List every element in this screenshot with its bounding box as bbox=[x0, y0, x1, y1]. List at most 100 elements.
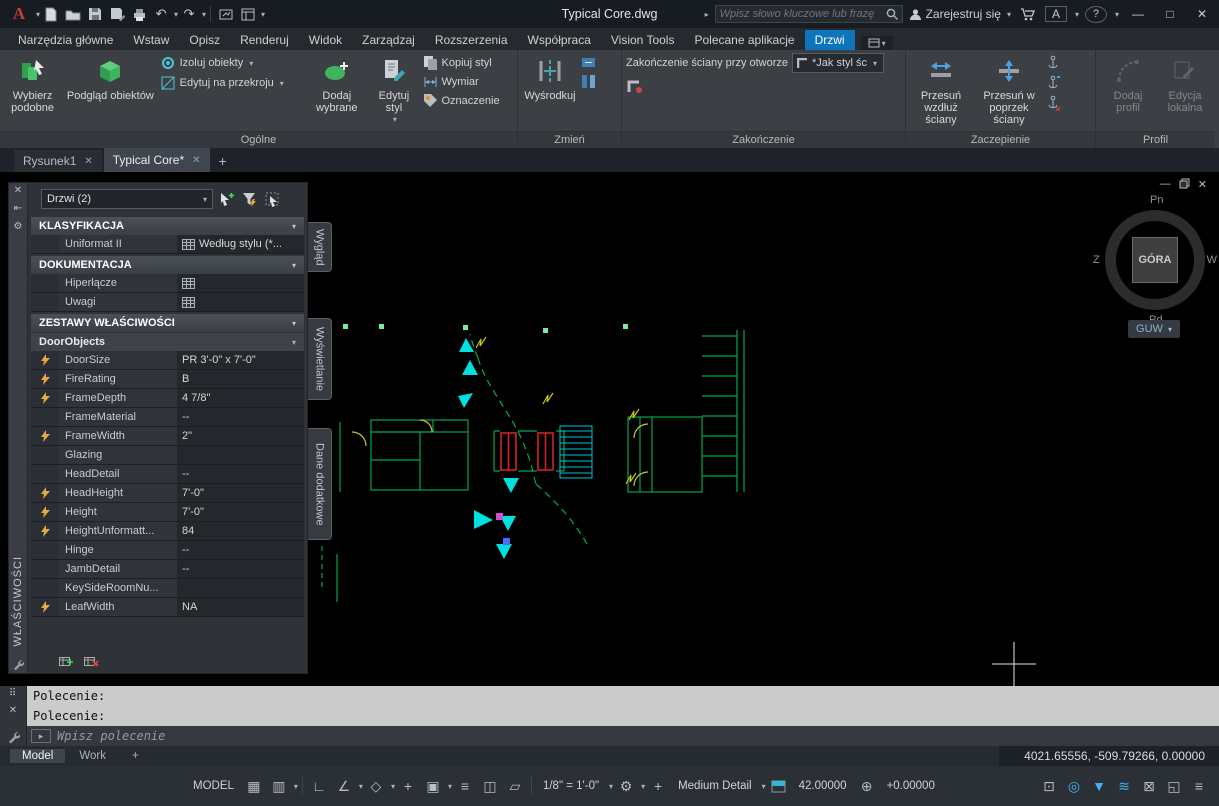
center-button[interactable]: Wyśrodkuj bbox=[522, 53, 578, 129]
annotation-scale-select[interactable]: 1/8" = 1'-0" bbox=[536, 773, 606, 799]
tag-button[interactable]: Oznaczenie bbox=[423, 93, 514, 108]
tab-wyswietlanie[interactable]: Wyświetlanie bbox=[308, 318, 332, 400]
polar-dropdown-icon[interactable]: ▾ bbox=[359, 782, 363, 791]
table-icon[interactable] bbox=[182, 238, 195, 250]
customization-menu-icon[interactable]: ≡ bbox=[1187, 773, 1211, 799]
anchor-flip-y-icon[interactable] bbox=[1046, 75, 1061, 91]
selection-filter-select[interactable]: Drzwi (2) ▾ bbox=[41, 189, 213, 209]
osnap-dropdown-icon[interactable]: ▾ bbox=[448, 782, 452, 791]
grid-display-icon[interactable]: ▦ bbox=[242, 773, 266, 799]
dimension-button[interactable]: Wymiar bbox=[423, 74, 514, 89]
copy-style-button[interactable]: Kopiuj styl bbox=[423, 55, 514, 70]
ribbon-tab-widok[interactable]: Widok bbox=[299, 30, 352, 50]
panel-title-zmien[interactable]: Zmień bbox=[518, 131, 621, 148]
isometric-drafting-icon[interactable]: ◇ bbox=[364, 773, 388, 799]
workspace-icon[interactable] bbox=[237, 3, 259, 25]
section-header-dokumentacja[interactable]: DOKUMENTACJA ▾ bbox=[31, 256, 304, 274]
command-wrench-icon[interactable] bbox=[7, 730, 20, 743]
property-value[interactable] bbox=[177, 293, 304, 311]
isolate-objects-toggle-icon[interactable]: ▼ bbox=[1087, 773, 1111, 799]
hardware-acceleration-icon[interactable]: ≋ bbox=[1112, 773, 1136, 799]
close-button[interactable]: ✕ bbox=[1189, 2, 1215, 26]
viewcube-top-face[interactable]: GÓRA bbox=[1132, 237, 1178, 283]
cart-icon[interactable] bbox=[1017, 3, 1039, 25]
add-selected-button[interactable]: Dodaj wybrane bbox=[308, 53, 365, 129]
object-snap-icon[interactable]: ▣ bbox=[421, 773, 445, 799]
clean-screen-icon[interactable]: ◱ bbox=[1162, 773, 1186, 799]
palette-title-strip[interactable]: ✕ ⇤ ⚙ WŁAŚCIWOŚCI bbox=[8, 182, 28, 674]
reposition-across-button[interactable]: Przesuń w poprzek ściany bbox=[975, 53, 1043, 129]
save-file-icon[interactable] bbox=[84, 3, 106, 25]
palette-close-icon[interactable]: ✕ bbox=[14, 186, 22, 196]
close-tab-icon[interactable]: ✕ bbox=[192, 155, 200, 166]
tab-dane-dodatkowe[interactable]: Dane dodatkowe bbox=[308, 428, 332, 540]
property-value[interactable] bbox=[177, 579, 304, 597]
ribbon-tab-renderuj[interactable]: Renderuj bbox=[230, 30, 299, 50]
table-icon[interactable] bbox=[182, 277, 195, 289]
cut-plane-icon[interactable] bbox=[767, 773, 791, 799]
share-icon[interactable] bbox=[215, 3, 237, 25]
command-input[interactable]: ▸ Wpisz polecenie bbox=[27, 726, 1219, 746]
redo-dropdown-icon[interactable]: ▾ bbox=[202, 10, 206, 19]
new-drawing-tab-button[interactable]: + bbox=[212, 150, 234, 172]
property-value[interactable]: 7'-0" bbox=[177, 503, 304, 521]
annotation-monitor-icon[interactable]: + bbox=[646, 773, 670, 799]
property-value[interactable]: 4 7/8" bbox=[177, 389, 304, 407]
detail-level-select[interactable]: Medium Detail bbox=[671, 773, 759, 799]
ribbon-tab-wspolpraca[interactable]: Współpraca bbox=[518, 30, 601, 50]
property-value[interactable]: 7'-0" bbox=[177, 484, 304, 502]
tab-wyglad[interactable]: Wygląd bbox=[308, 222, 332, 272]
new-file-icon[interactable] bbox=[40, 3, 62, 25]
graphics-performance-icon[interactable]: ◎ bbox=[1062, 773, 1086, 799]
property-set-selector[interactable]: DoorObjects ▾ bbox=[31, 333, 304, 351]
lineweight-icon[interactable]: ≡ bbox=[453, 773, 477, 799]
remove-property-set-icon[interactable] bbox=[84, 655, 99, 668]
property-value[interactable]: 84 bbox=[177, 522, 304, 540]
osnap-tracking-icon[interactable]: + bbox=[396, 773, 420, 799]
ortho-mode-icon[interactable]: ∟ bbox=[307, 773, 331, 799]
anchor-release-icon[interactable] bbox=[1046, 95, 1061, 111]
reposition-from-icon[interactable] bbox=[581, 55, 596, 70]
collapse-icon[interactable]: ▾ bbox=[292, 261, 296, 270]
model-space-toggle[interactable]: MODEL bbox=[186, 773, 241, 799]
property-value[interactable]: -- bbox=[177, 541, 304, 559]
snap-mode-dropdown-icon[interactable]: ▾ bbox=[294, 782, 298, 791]
property-value[interactable]: -- bbox=[177, 560, 304, 578]
property-value[interactable]: B bbox=[177, 370, 304, 388]
palette-settings-icon[interactable]: ⚙ bbox=[14, 222, 23, 232]
elevation-value[interactable]: +0.00000 bbox=[880, 773, 942, 799]
viewcube-north-label[interactable]: Pn bbox=[1150, 194, 1163, 206]
property-value[interactable]: NA bbox=[177, 598, 304, 616]
iso-dropdown-icon[interactable]: ▾ bbox=[391, 782, 395, 791]
viewcube-east-label[interactable]: W bbox=[1207, 254, 1217, 266]
new-layout-button[interactable]: + bbox=[120, 749, 151, 763]
palette-wrench-icon[interactable] bbox=[12, 658, 24, 670]
command-drag-handle[interactable]: ⠿ bbox=[9, 689, 17, 699]
lock-ui-icon[interactable]: ⊠ bbox=[1137, 773, 1161, 799]
viewport-close-icon[interactable]: ✕ bbox=[1198, 178, 1207, 191]
close-tab-icon[interactable]: ✕ bbox=[84, 156, 92, 167]
ribbon-tab-rozszerzenia[interactable]: Rozszerzenia bbox=[425, 30, 518, 50]
maximize-button[interactable]: □ bbox=[1157, 2, 1183, 26]
dynamic-input-icon[interactable]: ▱ bbox=[503, 773, 527, 799]
elevation-icon[interactable]: ⊕ bbox=[855, 773, 879, 799]
workspace-gear-icon[interactable]: ⚙ bbox=[614, 773, 638, 799]
edit-style-button[interactable]: Edytuj styl ▾ bbox=[368, 53, 419, 129]
pick-add-toggle-icon[interactable] bbox=[216, 189, 236, 209]
ribbon-tab-wstaw[interactable]: Wstaw bbox=[123, 30, 179, 50]
property-value[interactable] bbox=[177, 274, 304, 292]
redo-icon[interactable]: ↷ bbox=[178, 3, 200, 25]
object-viewer-button[interactable]: Podgląd obiektów bbox=[64, 53, 157, 129]
drawing-canvas[interactable]: — ✕ Pn Z W Pd GÓRA GUW ▾ ✕ ⇤ ⚙ WŁAŚCIWOŚ… bbox=[0, 172, 1219, 686]
collapse-icon[interactable]: ▾ bbox=[292, 222, 296, 231]
command-close-icon[interactable]: ✕ bbox=[9, 706, 17, 716]
scale-dropdown-icon[interactable]: ▾ bbox=[609, 782, 613, 791]
palette-autohide-icon[interactable]: ⇤ bbox=[14, 204, 22, 214]
property-value[interactable]: Według stylu (*... bbox=[177, 235, 304, 253]
ribbon-tab-zarzadzaj[interactable]: Zarządzaj bbox=[352, 30, 425, 50]
ribbon-tab-drzwi[interactable]: Drzwi bbox=[804, 30, 855, 50]
viewport-minimize-icon[interactable]: — bbox=[1160, 178, 1171, 191]
qat-menu-icon[interactable]: ▾ bbox=[261, 10, 265, 19]
property-value[interactable]: -- bbox=[177, 408, 304, 426]
help-dropdown-icon[interactable]: ▾ bbox=[1115, 10, 1119, 19]
